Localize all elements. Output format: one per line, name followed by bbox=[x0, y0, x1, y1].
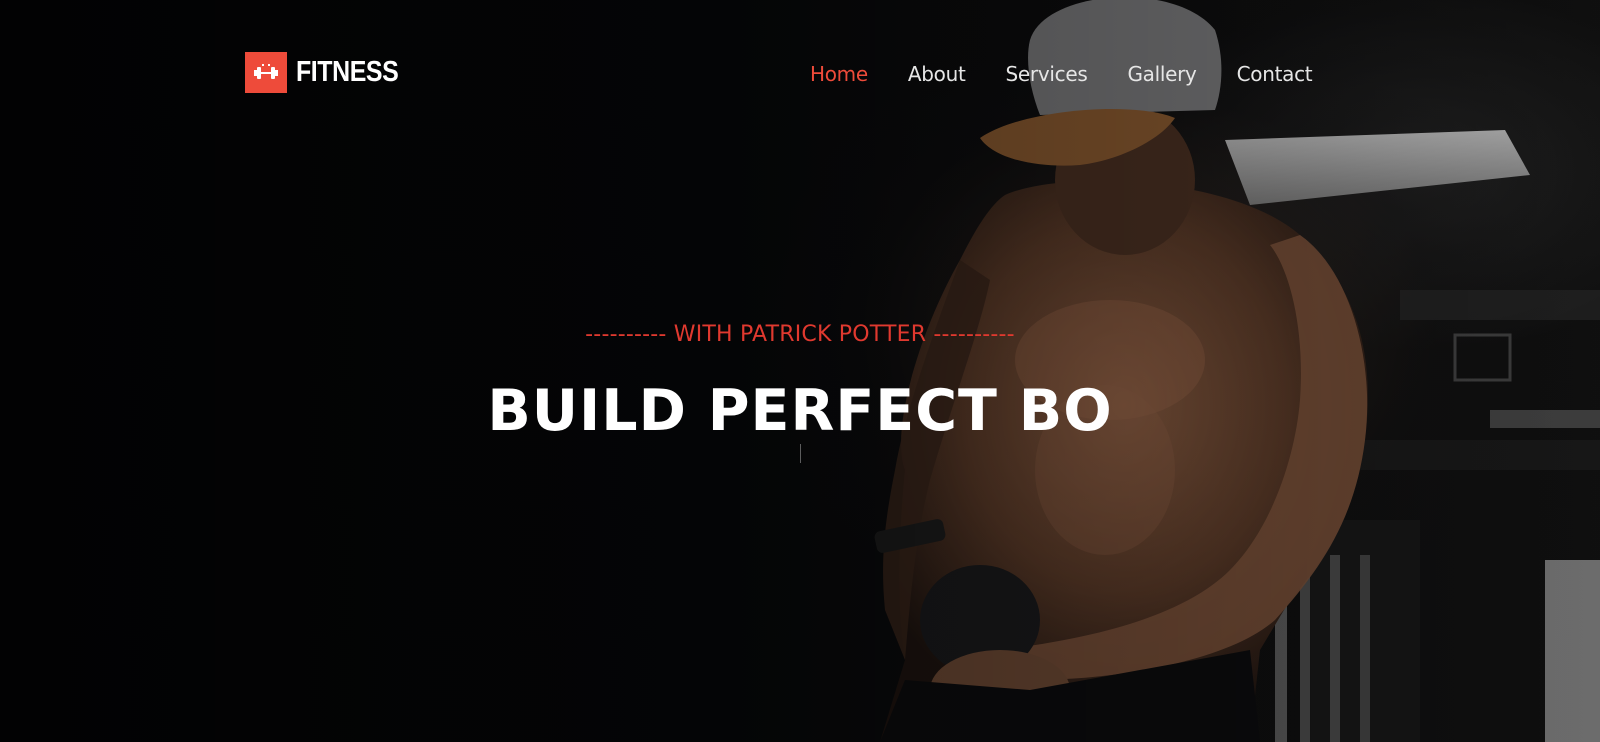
hero-text-block: ---------- WITH PATRICK POTTER ---------… bbox=[0, 320, 1600, 442]
hero-section: FITNESS Home About Services Gallery Cont… bbox=[0, 0, 1600, 742]
typing-cursor bbox=[800, 444, 801, 463]
nav-item-about[interactable]: About bbox=[908, 60, 966, 88]
nav-item-contact[interactable]: Contact bbox=[1237, 60, 1313, 88]
nav-item-gallery[interactable]: Gallery bbox=[1127, 60, 1196, 88]
site-logo[interactable]: FITNESS bbox=[245, 52, 415, 93]
hero-headline: BUILD PERFECT BO bbox=[487, 378, 1113, 444]
nav-item-services[interactable]: Services bbox=[1006, 60, 1088, 88]
brand-name: FITNESS bbox=[296, 56, 399, 88]
hero-subtitle: ---------- WITH PATRICK POTTER ---------… bbox=[585, 322, 1015, 347]
nav-item-home[interactable]: Home bbox=[810, 60, 868, 88]
dumbbell-icon bbox=[254, 63, 278, 79]
main-nav: Home About Services Gallery Contact bbox=[810, 60, 1313, 88]
logo-badge bbox=[245, 52, 287, 93]
